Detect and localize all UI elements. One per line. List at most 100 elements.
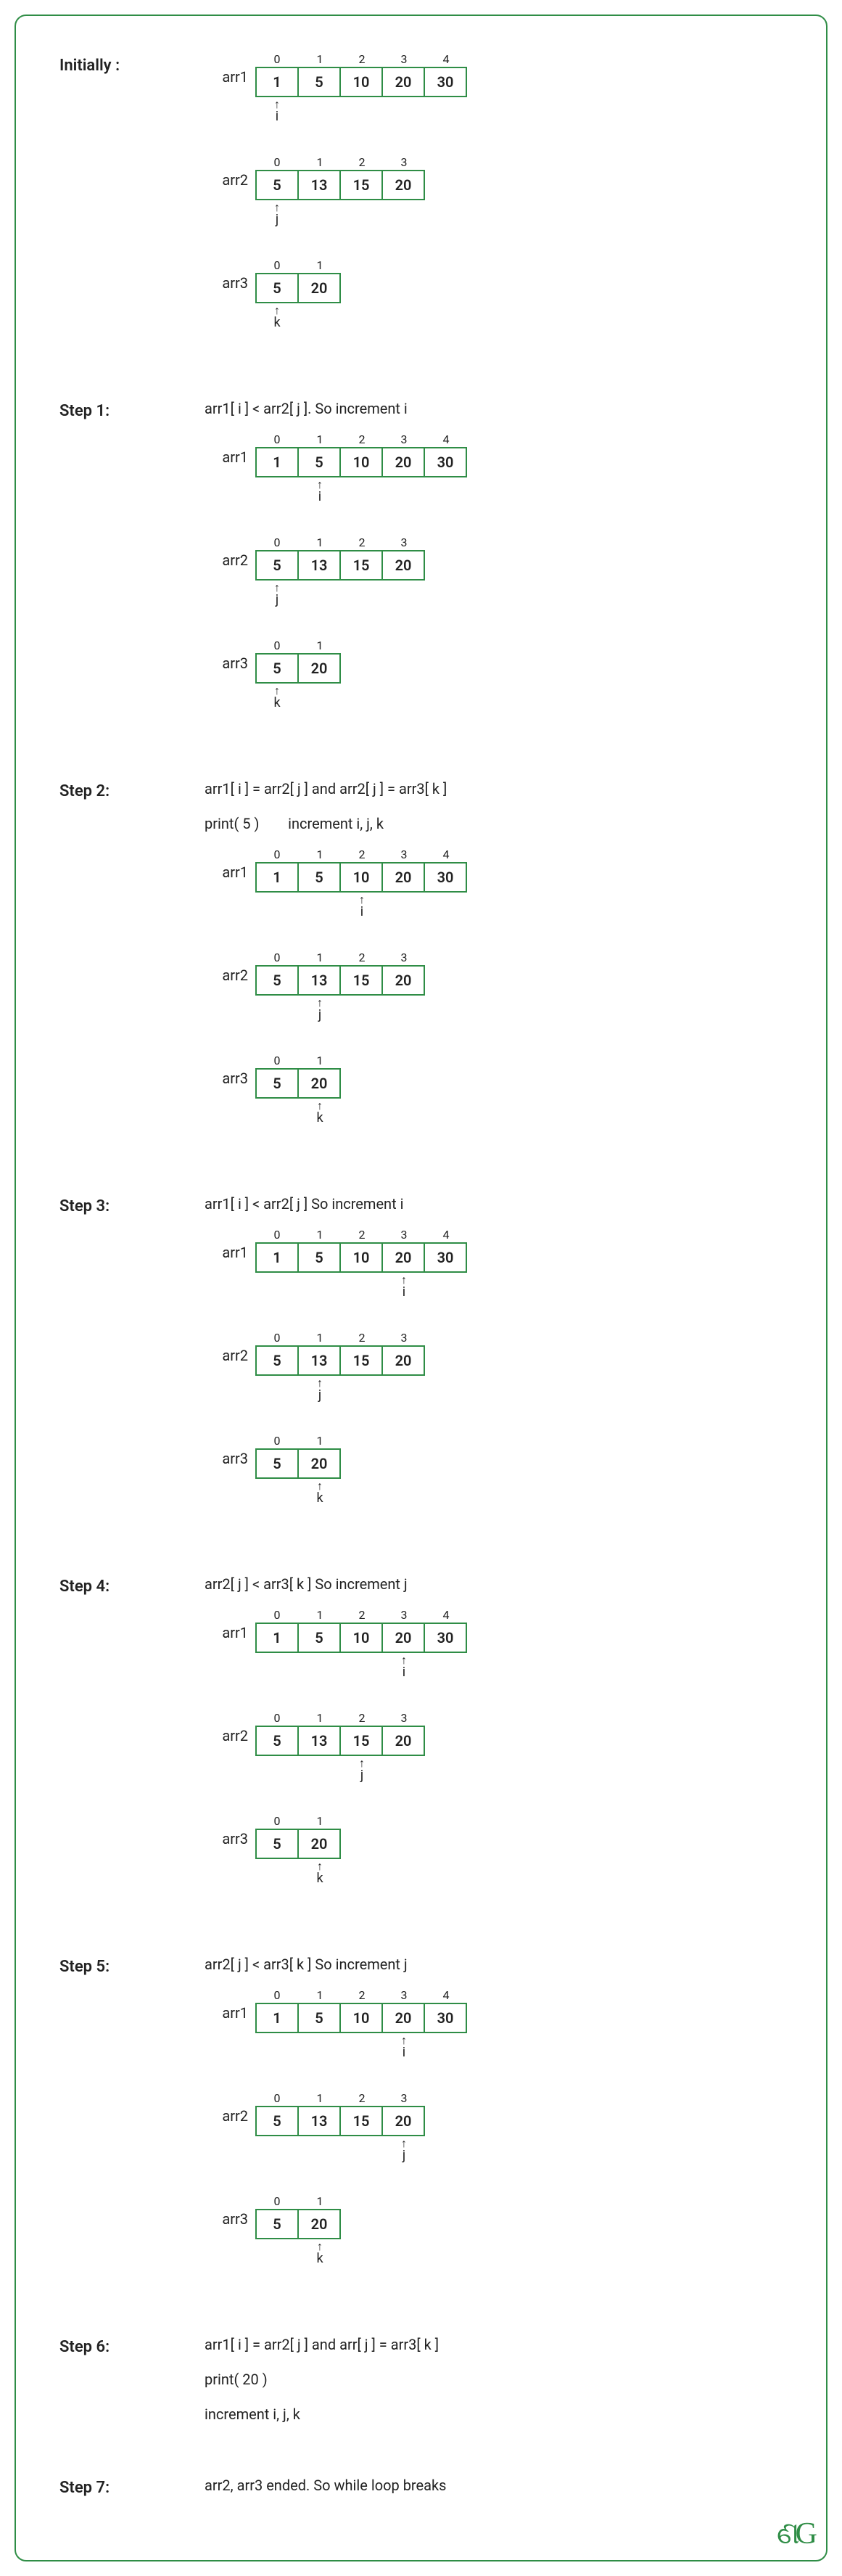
pointer-var: k [273,697,280,710]
array-cells: 0115↑i210320430 [255,432,467,506]
cell-wrap: 210 [341,1228,383,1302]
step-caption: increment i, j, k [205,2403,783,2425]
array-row: arr205113↑j215320 [205,1331,783,1405]
cell-wrap: 430 [425,432,467,506]
index-label: 4 [443,1988,450,2003]
index-label: 3 [401,1228,408,1242]
index-label: 0 [274,536,281,550]
array-label: arr1 [205,848,248,881]
index-label: 2 [359,52,366,67]
array-cell: 5 [255,2106,299,2136]
index-label: 1 [317,2091,323,2106]
step-title: Step 3: [59,1193,205,1215]
cell-wrap: 05 [255,951,299,1025]
index-label: 1 [317,432,323,447]
cell-wrap: 320 [383,951,425,1025]
array-cell: 20 [381,965,425,996]
cell-wrap: 05 [255,1711,299,1785]
cell-wrap: 430 [425,52,467,126]
index-label: 0 [274,52,281,67]
diagram-frame: Initially :arr101↑i15210320430arr205↑j11… [15,15,827,2561]
index-label: 4 [443,1228,450,1242]
array-cell: 20 [381,1242,425,1273]
pointer-marker: ↑k [273,684,280,713]
array-cell: 1 [255,1242,299,1273]
array-cell: 13 [297,1726,341,1756]
pointer-marker: ↑j [359,1756,365,1785]
cell-wrap: 320 [383,155,425,229]
index-label: 0 [274,1814,281,1829]
array-row: arr10115210↑i320430 [205,848,783,922]
array-cell: 20 [381,2003,425,2033]
pointer-marker: ↑i [401,1273,407,1302]
step-block: Step 3:arr1[ i ] < arr2[ j ] So incremen… [59,1193,783,1537]
cell-wrap: 320 [383,848,425,922]
array-label: arr1 [205,432,248,466]
array-cells: 05120↑k [255,1814,341,1888]
array-cells: 05120↑k [255,1054,341,1128]
pointer-marker: ↑k [316,1099,323,1128]
array-cell: 15 [339,2106,383,2136]
cell-wrap: 113↑j [299,1331,341,1405]
cell-wrap: 113 [299,1711,341,1785]
cell-wrap: 15 [299,1988,341,2062]
index-label: 3 [401,2091,408,2106]
index-label: 3 [401,536,408,550]
step-caption: print( 20 ) [205,2368,783,2390]
index-label: 0 [274,1608,281,1623]
index-label: 1 [317,1331,323,1345]
array-label: arr3 [205,258,248,292]
cell-wrap: 320↑i [383,1608,425,1682]
pointer-marker: ↑i [274,97,280,126]
cell-wrap: 05 [255,2194,299,2268]
cell-wrap: 01 [255,848,299,922]
array-row: arr305120↑k [205,2194,783,2268]
array-label: arr2 [205,1711,248,1744]
index-label: 0 [274,1331,281,1345]
pointer-var: i [403,1666,405,1679]
cell-wrap: 15 [299,52,341,126]
cell-wrap: 05↑k [255,639,299,713]
array-cell: 5 [255,1829,299,1859]
cell-wrap: 430 [425,848,467,922]
array-cells: 0115210↑i320430 [255,848,467,922]
array-label: arr1 [205,1608,248,1641]
cell-wrap: 320↑i [383,1228,425,1302]
array-cell: 20 [297,1829,341,1859]
index-label: 1 [317,1988,323,2003]
pointer-var: j [360,1769,363,1782]
pointer-marker: ↑j [274,200,280,229]
pointer-marker: ↑k [316,1479,323,1508]
pointer-var: j [276,213,278,226]
step-block: Step 5:arr2[ j ] < arr3[ k ] So incremen… [59,1953,783,2297]
cell-wrap: 210 [341,52,383,126]
array-cells: 0115210320↑i430 [255,1228,467,1302]
index-label: 3 [401,432,408,447]
array-row: arr205113215320↑j [205,2091,783,2165]
array-cell: 20 [381,1345,425,1376]
index-label: 2 [359,1608,366,1623]
array-label: arr3 [205,1054,248,1087]
array-row: arr305120↑k [205,1434,783,1508]
step-caption: arr2[ j ] < arr3[ k ] So increment j [205,1953,783,1975]
array-cell: 10 [339,67,383,97]
index-label: 1 [317,848,323,862]
array-cell: 15 [339,965,383,996]
cell-wrap: 113 [299,536,341,610]
array-row: arr205113215↑j320 [205,1711,783,1785]
step-body: arr1[ i ] = arr2[ j ] and arr[ j ] = arr… [205,2334,783,2438]
array-cells: 05120↑k [255,2194,341,2268]
cell-wrap: 113 [299,2091,341,2165]
cell-wrap: 320 [383,536,425,610]
array-cell: 20 [297,1068,341,1099]
array-cells: 05↑j113215320 [255,155,425,229]
array-cell: 5 [255,1068,299,1099]
index-label: 0 [274,848,281,862]
array-cell: 15 [339,1726,383,1756]
step-block: Step 1:arr1[ i ] < arr2[ j ]. So increme… [59,398,783,742]
index-label: 0 [274,258,281,273]
array-cell: 5 [255,965,299,996]
index-label: 1 [317,1228,323,1242]
index-label: 0 [274,432,281,447]
array-label: arr2 [205,951,248,984]
